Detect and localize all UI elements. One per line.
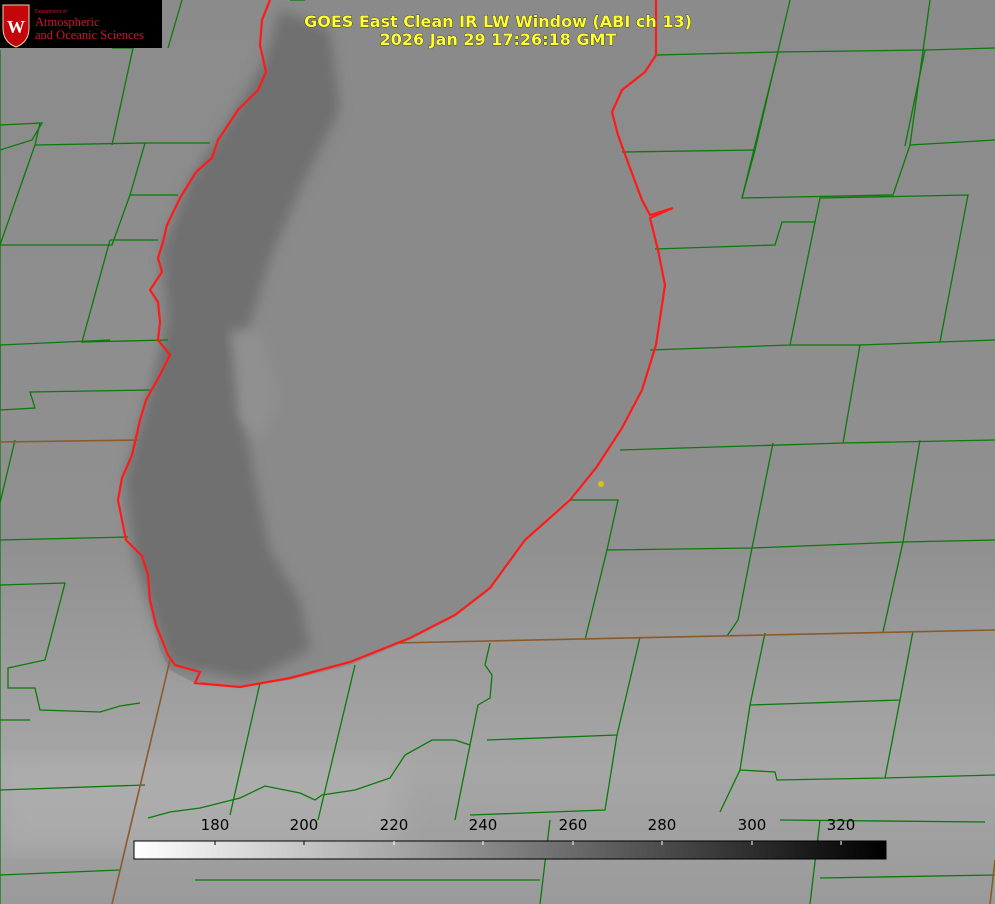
location-marker bbox=[598, 481, 604, 487]
bright-cloud-band bbox=[0, 760, 400, 850]
crest-letter: W bbox=[7, 17, 25, 37]
colorbar-tick-label: 320 bbox=[827, 816, 856, 834]
colorbar-tick-label: 300 bbox=[738, 816, 767, 834]
colorbar-tick-label: 180 bbox=[201, 816, 230, 834]
logo-line1: Atmospheric bbox=[35, 15, 100, 29]
colorbar-tick-label: 280 bbox=[648, 816, 677, 834]
colorbar-tick-label: 260 bbox=[559, 816, 588, 834]
colorbar-tick-label: 240 bbox=[469, 816, 498, 834]
colorbar-tick-label: 220 bbox=[380, 816, 409, 834]
uw-aos-logo: W Department of Atmospheric and Oceanic … bbox=[0, 0, 162, 48]
logo-line2: and Oceanic Sciences bbox=[35, 28, 144, 42]
image-timestamp: 2026 Jan 29 17:26:18 GMT bbox=[380, 30, 617, 49]
satellite-ir-map: W Department of Atmospheric and Oceanic … bbox=[0, 0, 995, 904]
colorbar-tick-label: 200 bbox=[290, 816, 319, 834]
colorbar-gradient bbox=[133, 840, 887, 860]
image-title: GOES East Clean IR LW Window (ABI ch 13) bbox=[304, 12, 692, 31]
